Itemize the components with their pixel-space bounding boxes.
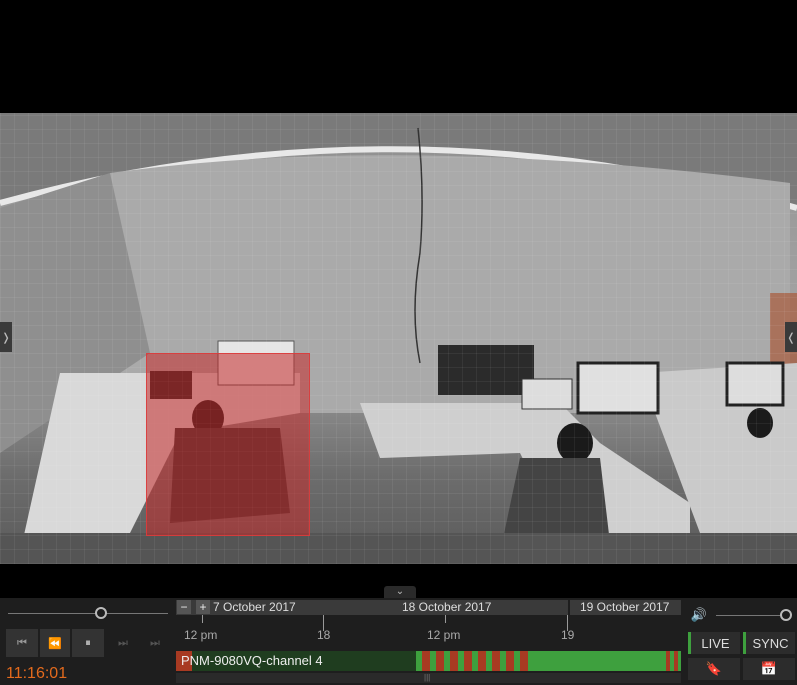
zoom-out-button[interactable]: −	[177, 600, 191, 614]
timeline-tick	[202, 615, 203, 623]
timeline-tick	[445, 615, 446, 623]
timeline-tick-label: 12 pm	[184, 628, 218, 642]
current-time-display: 11:16:01	[6, 665, 68, 682]
skip-back-button[interactable]: ⏮	[6, 629, 38, 657]
camera-video-view[interactable]	[0, 113, 797, 564]
step-forward-icon: ⏭	[118, 636, 128, 649]
collapse-timeline-tab[interactable]: ⌄	[384, 586, 416, 598]
timeline-date-label: 7 October 2017	[213, 600, 296, 614]
rewind-icon: ⏪	[48, 637, 62, 650]
pause-icon: ⏸	[85, 636, 91, 649]
timeline-tick-label: 18	[317, 628, 331, 642]
pause-button[interactable]: ⏸	[72, 629, 104, 657]
skip-forward-icon: ⏭	[150, 636, 160, 649]
rewind-button[interactable]: ⏪	[40, 629, 70, 657]
timeline-scrollbar[interactable]: |||	[176, 673, 681, 683]
step-forward-button[interactable]: ⏭	[108, 629, 138, 657]
volume-slider-knob[interactable]	[780, 609, 792, 621]
timeline-tick-label: 12 pm	[427, 628, 461, 642]
timeline-date-label: 19 October 2017	[580, 600, 670, 614]
timeline-date-divider	[568, 600, 570, 615]
zoom-in-button[interactable]: +	[196, 600, 210, 614]
calendar-icon: 📅	[760, 661, 778, 676]
skip-back-icon: ⏮	[17, 636, 27, 649]
video-overlay-grid	[0, 113, 797, 564]
recording-segment	[416, 651, 532, 671]
scrollbar-grip-icon: |||	[424, 673, 431, 682]
timeline-tick-label: 19	[561, 628, 575, 642]
bookmark-icon: 🔖	[705, 661, 723, 676]
speed-slider-track[interactable]	[8, 613, 168, 614]
camera-channel-label: PNM-9080VQ-channel 4	[181, 653, 323, 668]
volume-slider-track[interactable]	[716, 615, 786, 616]
calendar-button[interactable]: 📅	[743, 658, 795, 680]
motion-detection-zone	[146, 353, 310, 536]
skip-forward-button[interactable]: ⏭	[140, 629, 170, 657]
live-button[interactable]: LIVE	[688, 632, 740, 654]
recording-segment	[662, 651, 681, 671]
right-panel-toggle[interactable]: ❬	[785, 322, 797, 352]
speed-slider-knob[interactable]	[94, 607, 107, 619]
volume-icon[interactable]: 🔊	[690, 606, 708, 624]
left-panel-toggle[interactable]: ❭	[0, 322, 12, 352]
recording-segment	[532, 651, 662, 671]
sync-button[interactable]: SYNC	[743, 632, 795, 654]
timeline-date-label: 18 October 2017	[402, 600, 492, 614]
bookmark-button[interactable]: 🔖	[688, 658, 740, 680]
